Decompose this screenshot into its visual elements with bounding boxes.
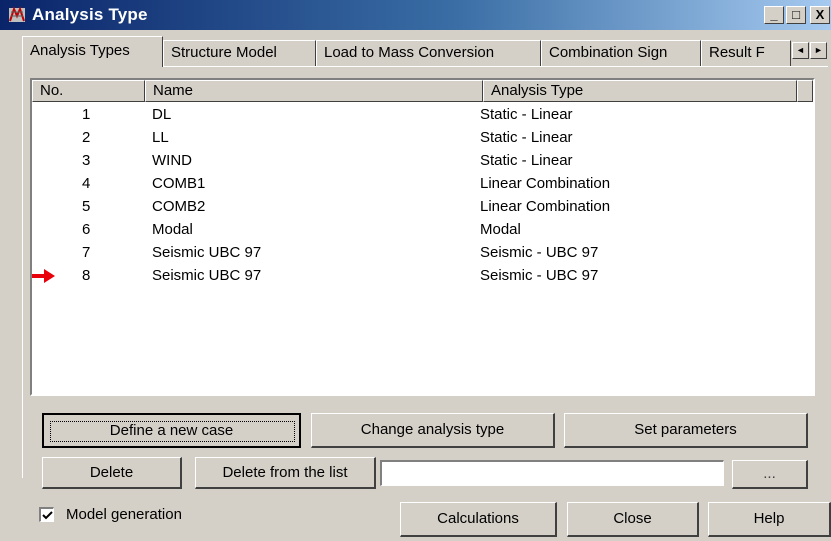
row-analysis-type: Linear Combination — [480, 175, 611, 192]
table-row[interactable]: 5 COMB2 Linear Combination — [32, 195, 813, 218]
row-analysis-type: Seismic - UBC 97 — [480, 244, 599, 261]
column-header-analysis-type[interactable]: Analysis Type — [483, 80, 797, 102]
help-button[interactable]: Help — [708, 502, 831, 537]
tab-scroll-right-button[interactable]: ► — [810, 42, 827, 59]
focus-indicator — [50, 421, 295, 442]
column-header-filler — [797, 80, 813, 102]
maximize-button[interactable]: □ — [786, 6, 806, 24]
column-header-name[interactable]: Name — [145, 80, 483, 102]
change-analysis-type-button[interactable]: Change analysis type — [311, 413, 555, 448]
window-title: Analysis Type — [32, 5, 148, 24]
table-row[interactable]: 8 Seismic UBC 97 Seismic - UBC 97 — [32, 264, 813, 287]
column-header-no[interactable]: No. — [32, 80, 145, 102]
row-analysis-type: Static - Linear — [480, 152, 573, 169]
red-arrow-icon — [32, 269, 55, 283]
minimize-button[interactable]: _ — [764, 6, 784, 24]
table-row[interactable]: 1 DL Static - Linear — [32, 103, 813, 126]
set-parameters-button[interactable]: Set parameters — [564, 413, 808, 448]
row-number: 8 — [82, 267, 91, 284]
list-input[interactable] — [380, 460, 724, 486]
tab-combination-sign[interactable]: Combination Sign — [541, 40, 701, 66]
table-row[interactable]: 3 WIND Static - Linear — [32, 149, 813, 172]
row-analysis-type: Static - Linear — [480, 106, 573, 123]
row-name: Modal — [152, 221, 193, 238]
list-header: No. Name Analysis Type — [32, 80, 813, 102]
row-number: 6 — [82, 221, 91, 238]
row-number: 7 — [82, 244, 91, 261]
table-row[interactable]: 7 Seismic UBC 97 Seismic - UBC 97 — [32, 241, 813, 264]
title-bar[interactable]: Analysis Type _ □ X — [0, 0, 831, 30]
table-row[interactable]: 6 Modal Modal — [32, 218, 813, 241]
row-number: 4 — [82, 175, 91, 192]
row-name: COMB2 — [152, 198, 206, 215]
tab-scroll-left-button[interactable]: ◄ — [792, 42, 809, 59]
model-generation-checkbox[interactable] — [39, 507, 54, 522]
close-button[interactable]: Close — [567, 502, 699, 537]
delete-button[interactable]: Delete — [42, 457, 182, 489]
row-number: 5 — [82, 198, 91, 215]
tab-strip: Analysis Types Structure Model Load to M… — [0, 36, 831, 67]
tab-load-to-mass-conversion[interactable]: Load to Mass Conversion — [316, 40, 541, 66]
row-analysis-type: Seismic - UBC 97 — [480, 267, 599, 284]
row-name: WIND — [152, 152, 192, 169]
close-window-button[interactable]: X — [810, 6, 830, 24]
analysis-cases-list[interactable]: No. Name Analysis Type 1 DL Static - Lin… — [30, 78, 815, 396]
check-icon — [42, 511, 53, 520]
row-name: Seismic UBC 97 — [152, 244, 262, 261]
row-analysis-type: Modal — [480, 221, 521, 238]
row-name: LL — [152, 129, 169, 146]
tab-structure-model[interactable]: Structure Model — [163, 40, 316, 66]
row-name: DL — [152, 106, 172, 123]
row-analysis-type: Linear Combination — [480, 198, 611, 215]
row-number: 2 — [82, 129, 91, 146]
row-analysis-type: Static - Linear — [480, 129, 573, 146]
row-name: COMB1 — [152, 175, 206, 192]
table-row[interactable]: 2 LL Static - Linear — [32, 126, 813, 149]
row-number: 3 — [82, 152, 91, 169]
tab-result[interactable]: Result F — [701, 40, 791, 66]
delete-from-list-button[interactable]: Delete from the list — [195, 457, 376, 489]
row-number: 1 — [82, 106, 91, 123]
table-row[interactable]: 4 COMB1 Linear Combination — [32, 172, 813, 195]
tab-analysis-types[interactable]: Analysis Types — [22, 36, 163, 67]
browse-button[interactable]: ... — [732, 460, 808, 489]
model-generation-label[interactable]: Model generation — [66, 506, 182, 523]
calculations-button[interactable]: Calculations — [400, 502, 557, 537]
define-new-case-button[interactable]: Define a new case — [42, 413, 301, 448]
app-icon — [9, 6, 25, 22]
row-name: Seismic UBC 97 — [152, 267, 262, 284]
